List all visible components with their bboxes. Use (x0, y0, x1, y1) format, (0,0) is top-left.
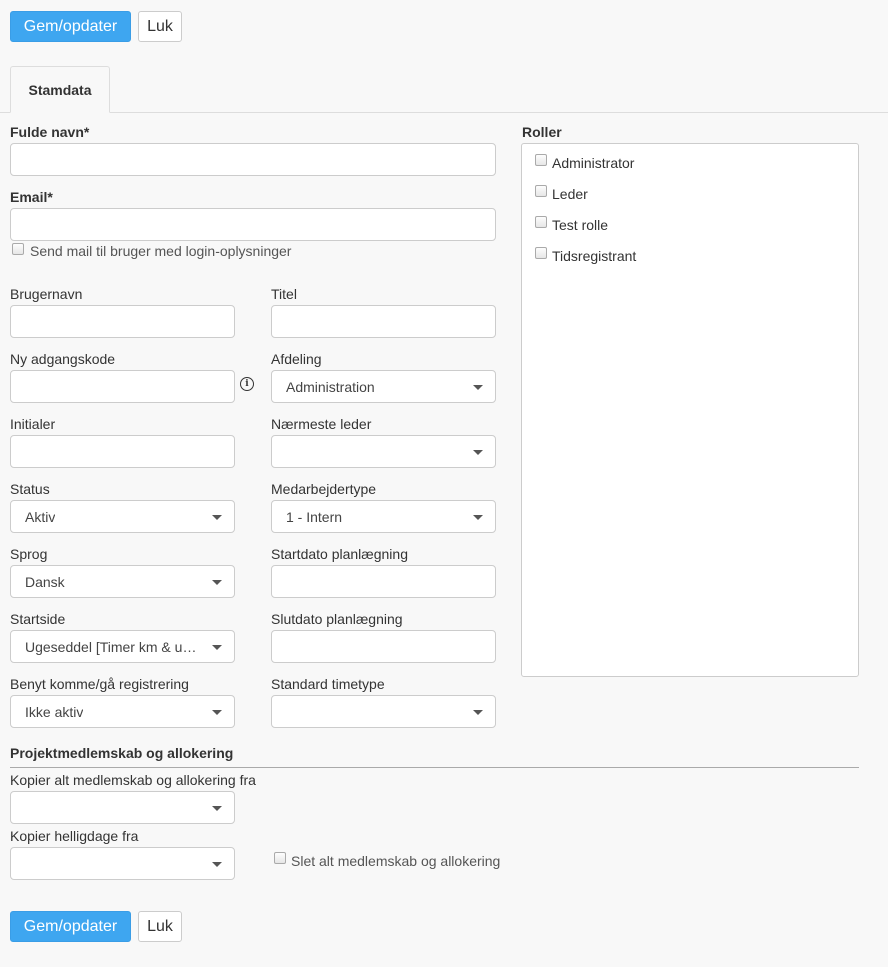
default-timetype-select[interactable] (271, 695, 496, 728)
title-input[interactable] (271, 305, 496, 338)
role-leader-checkbox[interactable] (535, 185, 547, 197)
employee-type-label: Medarbejdertype (271, 481, 377, 497)
initials-label: Initialer (10, 416, 56, 432)
roles-label: Roller (522, 124, 562, 140)
delete-membership-label: Slet alt medlemskab og allokering (291, 853, 501, 869)
checkin-select-value: Ikke aktiv (25, 703, 84, 720)
start-page-label: Startside (10, 611, 66, 627)
tab-divider (0, 112, 888, 113)
language-select-value: Dansk (25, 573, 65, 590)
chevron-down-icon (473, 450, 483, 455)
username-label: Brugernavn (10, 286, 83, 302)
status-select-value: Aktiv (25, 508, 56, 525)
full-name-label: Fulde navn* (10, 124, 90, 140)
close-button-top[interactable]: Luk (138, 11, 182, 42)
role-administrator-label: Administrator (552, 155, 635, 171)
close-button-bottom[interactable]: Luk (138, 911, 182, 942)
employee-type-select-value: 1 - Intern (286, 508, 343, 525)
end-date-input[interactable] (271, 630, 496, 663)
project-section-divider (10, 767, 859, 768)
role-leader-label: Leder (552, 186, 588, 202)
save-button-top[interactable]: Gem/opdater (10, 11, 131, 42)
chevron-down-icon (212, 710, 222, 715)
role-test-checkbox[interactable] (535, 216, 547, 228)
chevron-down-icon (212, 515, 222, 520)
chevron-down-icon (473, 515, 483, 520)
chevron-down-icon (212, 580, 222, 585)
email-input[interactable] (10, 208, 496, 241)
tab-stamdata[interactable]: Stamdata (10, 66, 110, 113)
email-label: Email* (10, 189, 53, 205)
manager-label: Nærmeste leder (271, 416, 372, 432)
chevron-down-icon (212, 862, 222, 867)
department-label: Afdeling (271, 351, 322, 367)
chevron-down-icon (473, 385, 483, 390)
info-icon[interactable]: i (240, 377, 254, 391)
status-label: Status (10, 481, 50, 497)
initials-input[interactable] (10, 435, 235, 468)
full-name-input[interactable] (10, 143, 496, 176)
checkin-label: Benyt komme/gå registrering (10, 676, 189, 692)
password-label: Ny adgangskode (10, 351, 116, 367)
start-page-select[interactable]: Ugeseddel [Timer km & udlæg] (10, 630, 235, 663)
end-date-label: Slutdato planlægning (271, 611, 403, 627)
role-administrator-checkbox[interactable] (535, 154, 547, 166)
copy-holidays-select[interactable] (10, 847, 235, 880)
password-input[interactable] (10, 370, 235, 403)
role-test-label: Test rolle (552, 217, 609, 233)
title-label: Titel (271, 286, 297, 302)
start-date-label: Startdato planlægning (271, 546, 408, 562)
send-mail-label: Send mail til bruger med login-oplysning… (30, 243, 292, 259)
copy-holidays-label: Kopier helligdage fra (10, 828, 139, 844)
start-page-select-value: Ugeseddel [Timer km & udlæg] (25, 638, 200, 655)
chevron-down-icon (212, 645, 222, 650)
save-button-bottom[interactable]: Gem/opdater (10, 911, 131, 942)
copy-membership-label: Kopier alt medlemskab og allokering fra (10, 772, 256, 788)
copy-membership-select[interactable] (10, 791, 235, 824)
role-timekeeper-checkbox[interactable] (535, 247, 547, 259)
language-select[interactable]: Dansk (10, 565, 235, 598)
default-timetype-label: Standard timetype (271, 676, 385, 692)
status-select[interactable]: Aktiv (10, 500, 235, 533)
language-label: Sprog (10, 546, 48, 562)
employee-type-select[interactable]: 1 - Intern (271, 500, 496, 533)
department-select[interactable]: Administration (271, 370, 496, 403)
start-date-input[interactable] (271, 565, 496, 598)
send-mail-checkbox[interactable] (12, 243, 24, 255)
role-timekeeper-label: Tidsregistrant (552, 248, 637, 264)
department-select-value: Administration (286, 378, 375, 395)
chevron-down-icon (212, 806, 222, 811)
project-section-title: Projektmedlemskab og allokering (10, 745, 234, 761)
delete-membership-checkbox[interactable] (274, 852, 286, 864)
username-input[interactable] (10, 305, 235, 338)
checkin-select[interactable]: Ikke aktiv (10, 695, 235, 728)
manager-select[interactable] (271, 435, 496, 468)
chevron-down-icon (473, 710, 483, 715)
